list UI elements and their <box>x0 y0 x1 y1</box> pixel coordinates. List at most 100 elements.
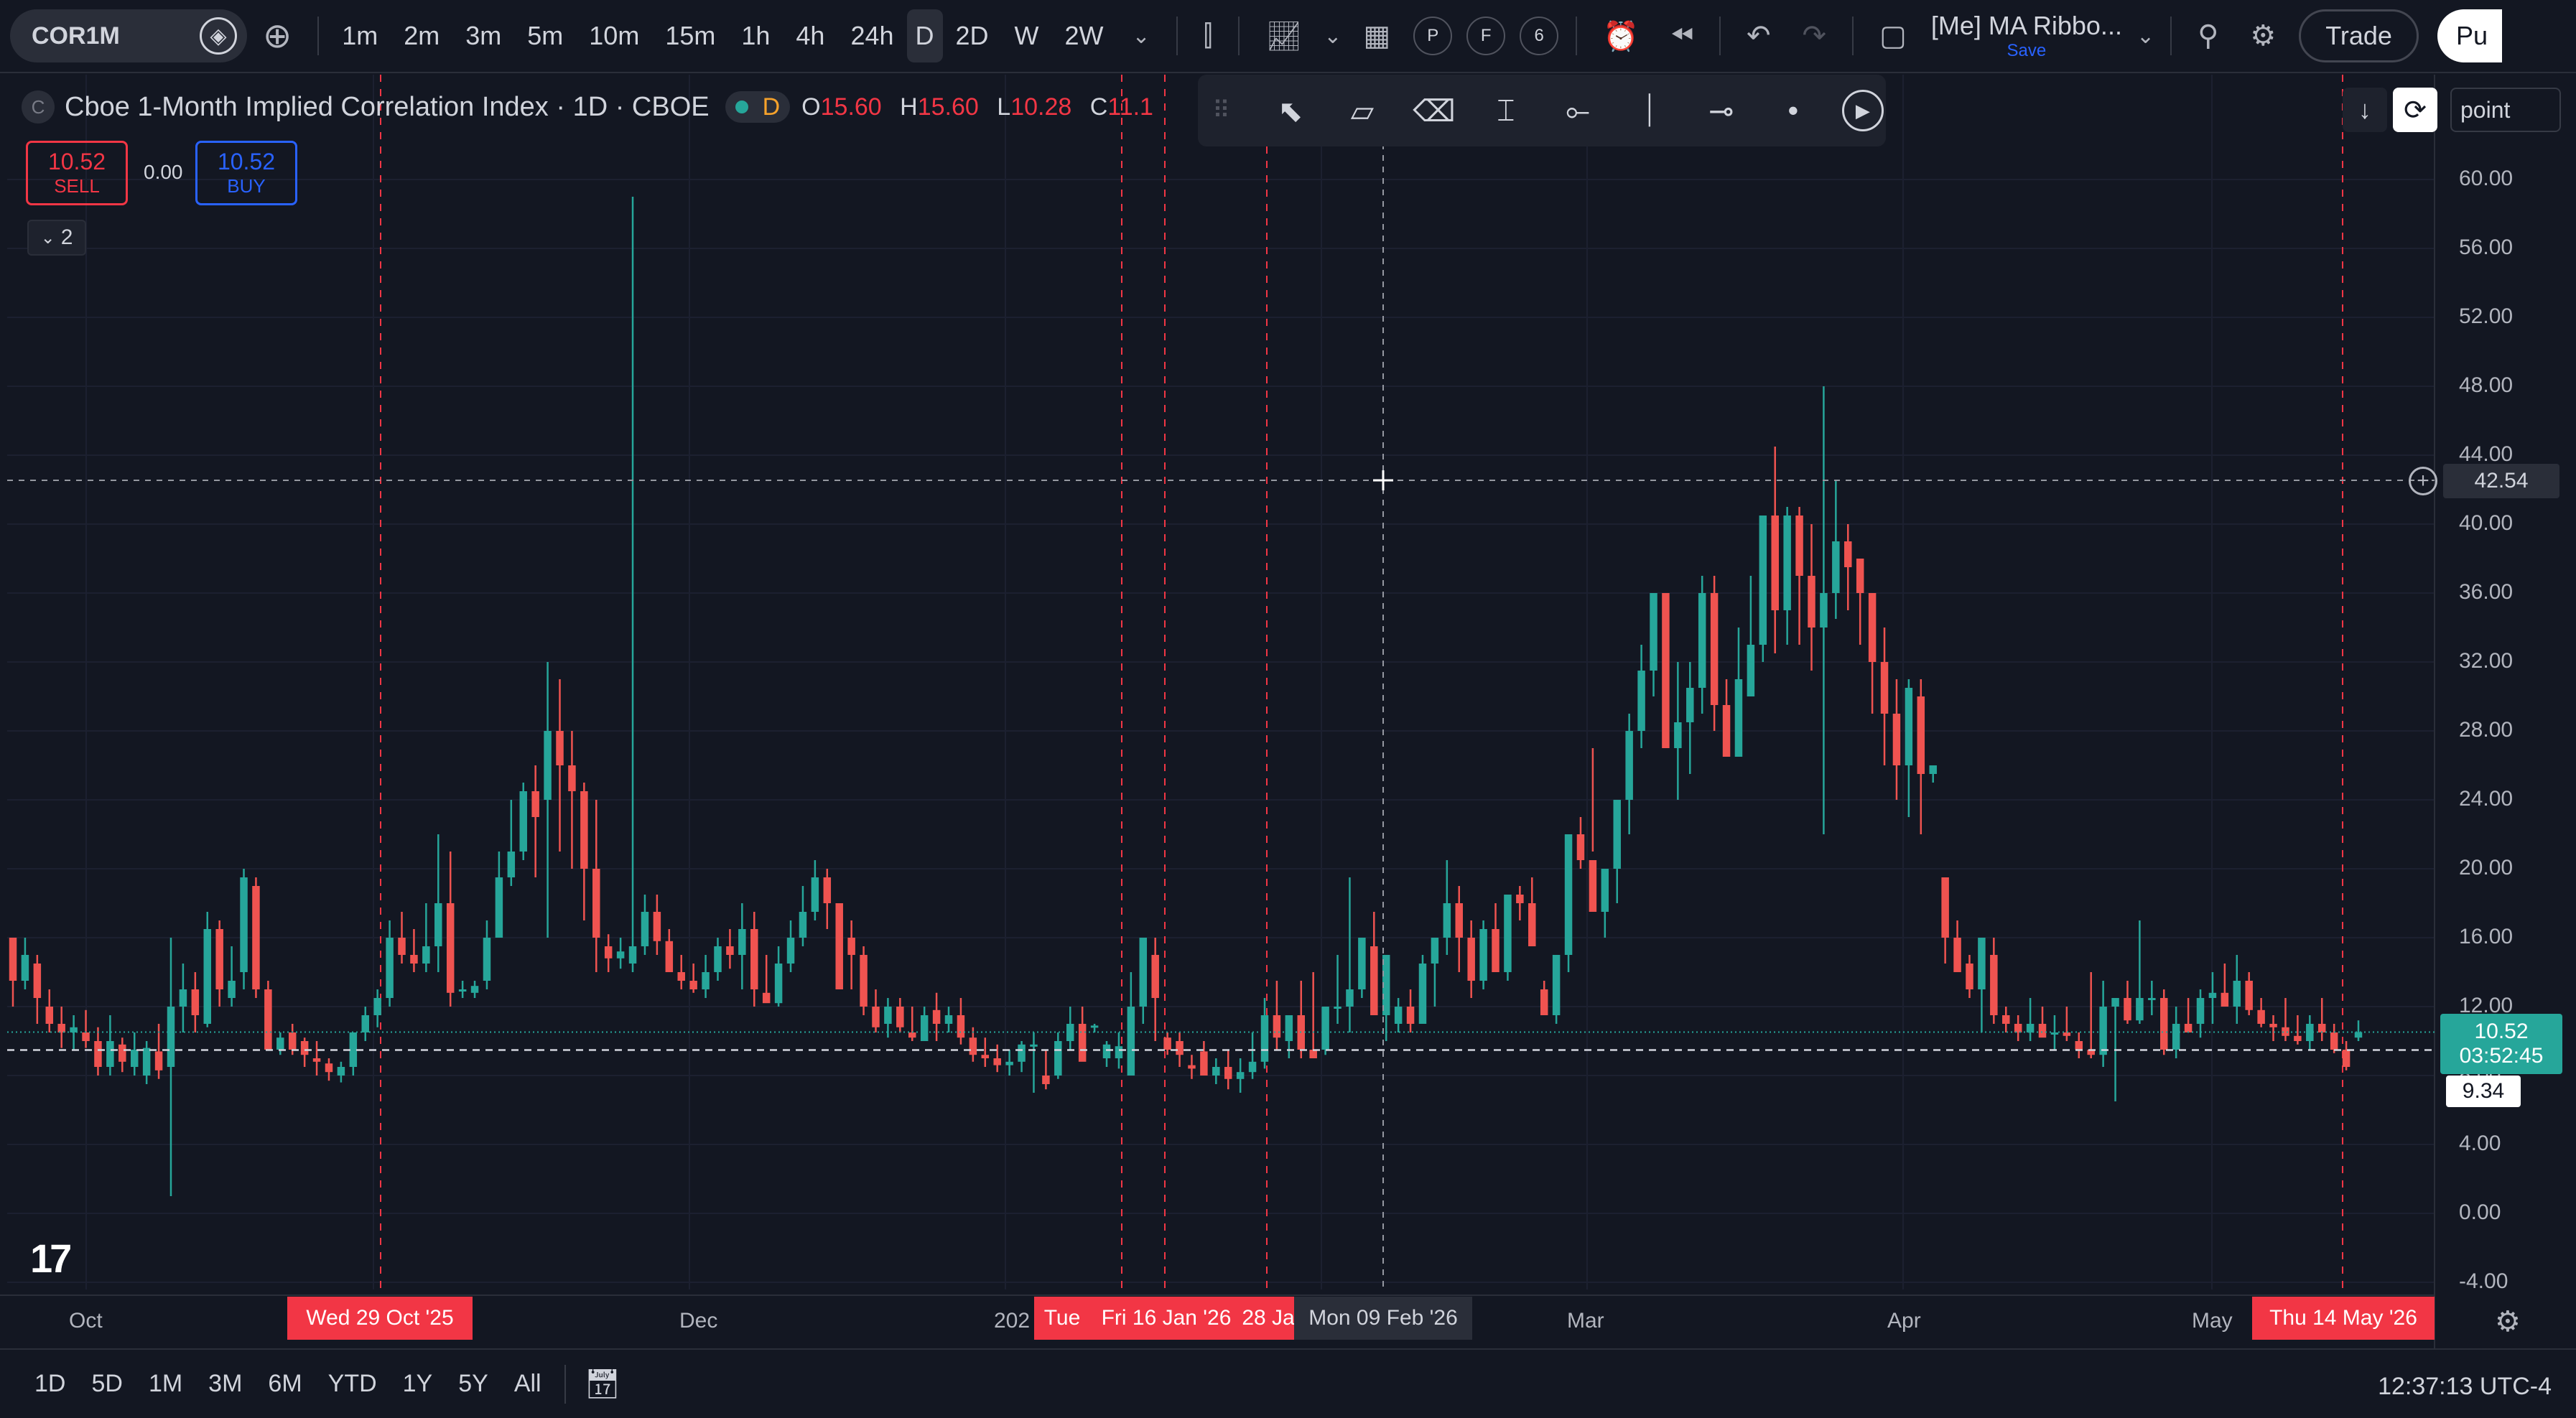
candle-body <box>1564 834 1573 955</box>
candle-body <box>872 1007 880 1027</box>
candle <box>276 1032 284 1055</box>
price-tick-label: 36.00 <box>2459 580 2514 604</box>
candle-body <box>2221 992 2229 1007</box>
range-button[interactable]: 1M <box>136 1370 195 1398</box>
candle <box>2026 998 2035 1041</box>
candle-body <box>2294 1035 2302 1041</box>
candle <box>944 1007 953 1032</box>
time-tick-label: Mar <box>1567 1309 1604 1333</box>
candle-body <box>300 1041 309 1055</box>
candle-body <box>57 1024 65 1032</box>
candle-body <box>1710 593 1719 705</box>
candle-body <box>1516 895 1524 903</box>
eraser-icon[interactable]: ⌫ <box>1398 93 1470 129</box>
axis-settings-icon[interactable]: ⚙ <box>2495 1305 2521 1338</box>
buy-button[interactable]: 10.52 BUY <box>195 141 297 205</box>
candle <box>1054 1032 1062 1079</box>
price-tick-label: 56.00 <box>2459 235 2514 259</box>
candle <box>1005 1050 1013 1076</box>
horizontal-ray-icon[interactable]: ⟜ <box>1542 93 1614 129</box>
add-alert-plus-icon[interactable]: + <box>2409 467 2437 495</box>
range-button[interactable]: 1Y <box>390 1370 446 1398</box>
candle <box>1309 972 1317 1058</box>
candle <box>823 869 832 929</box>
goto-date-calendar-icon[interactable]: 📅︎ <box>585 1367 621 1401</box>
grid <box>0 75 2435 1348</box>
candle <box>2245 972 2253 1015</box>
candle <box>908 1007 916 1041</box>
cursor-icon[interactable]: ⬉ <box>1255 93 1326 129</box>
candle <box>1576 817 1585 869</box>
candle <box>2063 1007 2071 1041</box>
time-markers <box>380 75 2343 1289</box>
candle <box>1321 1007 1329 1055</box>
candle <box>1820 386 1828 834</box>
drag-handle-icon[interactable]: ⠿ <box>1212 96 1230 125</box>
legend-title[interactable]: Cboe 1-Month Implied Correlation Index ·… <box>65 92 710 123</box>
candle-body <box>1321 1007 1329 1050</box>
candle-body <box>665 941 674 972</box>
candle <box>45 989 54 1032</box>
candle-body <box>908 1032 916 1038</box>
scroll-to-latest-icon[interactable]: ↓ <box>2343 88 2387 132</box>
range-button[interactable]: 1D <box>22 1370 78 1398</box>
candle <box>1127 972 1135 1076</box>
trend-channel-icon[interactable]: ▱ <box>1326 93 1398 129</box>
dot-icon[interactable]: • <box>1757 93 1829 128</box>
candle <box>1431 938 1439 1007</box>
candle-body <box>786 938 795 964</box>
clock-timezone[interactable]: 12:37:13 UTC-4 <box>2378 1373 2552 1401</box>
candle <box>1747 576 1755 696</box>
candle-body <box>1309 1050 1317 1058</box>
range-button[interactable]: 3M <box>195 1370 255 1398</box>
candle-body <box>823 877 832 903</box>
candle <box>1273 981 1281 1050</box>
candle <box>957 998 965 1045</box>
drawing-toolbar: ⠿ ⬉ ▱ ⌫ ⌶ ⟜ ⏐ ⊸ • ▶ <box>1198 75 1886 146</box>
candle <box>386 920 394 1007</box>
candle-body <box>2148 998 2156 1000</box>
candle-body <box>568 765 576 791</box>
candle-body <box>1832 541 1840 593</box>
market-status-badge[interactable]: D <box>725 91 791 123</box>
sync-icon[interactable]: ⟳ <box>2393 88 2437 132</box>
candle <box>264 981 272 1050</box>
range-button[interactable]: 5D <box>78 1370 135 1398</box>
horizontal-line-icon[interactable]: ⊸ <box>1685 93 1757 129</box>
candle-body <box>2342 1050 2351 1067</box>
candle-body <box>1528 903 1536 946</box>
range-button[interactable]: 6M <box>255 1370 315 1398</box>
candle-body <box>2063 1032 2071 1036</box>
candle-body <box>1176 1041 1184 1055</box>
vertical-line-icon[interactable]: ⏐ <box>1614 93 1685 129</box>
point-mode-field[interactable]: point <box>2450 88 2561 132</box>
candle-body <box>203 929 212 1024</box>
candle-body <box>264 989 272 1050</box>
candle-body <box>2136 998 2144 1021</box>
candle-body <box>1163 1037 1171 1050</box>
candle <box>507 800 516 886</box>
range-button[interactable]: 5Y <box>445 1370 501 1398</box>
candle <box>872 989 880 1032</box>
price-tick-label: 48.00 <box>2459 373 2514 397</box>
measure-icon[interactable]: ⌶ <box>1470 93 1542 129</box>
candle-body <box>726 946 734 955</box>
range-button[interactable]: YTD <box>315 1370 390 1398</box>
candle-body <box>799 912 807 938</box>
price-tick-label: 24.00 <box>2459 787 2514 811</box>
candle <box>2014 1015 2022 1041</box>
candle <box>1868 593 1877 714</box>
candle-body <box>811 877 819 912</box>
price-chart[interactable] <box>0 0 2576 1418</box>
replay-play-icon[interactable]: ▶ <box>1841 90 1884 131</box>
range-button[interactable]: All <box>501 1370 554 1398</box>
spread-value: 0.00 <box>144 161 183 183</box>
buy-label: BUY <box>227 175 266 197</box>
indicator-collapse-toggle[interactable]: ⌄ 2 <box>27 220 86 256</box>
candle <box>2330 1024 2338 1053</box>
sell-button[interactable]: 10.52 SELL <box>26 141 128 205</box>
candle-body <box>1576 834 1585 860</box>
candle <box>1941 877 1949 964</box>
candle-body <box>1260 1015 1269 1062</box>
range-bar: 1D 5D 1M 3M 6M YTD 1Y 5Y All 📅︎ <box>0 1348 2576 1418</box>
